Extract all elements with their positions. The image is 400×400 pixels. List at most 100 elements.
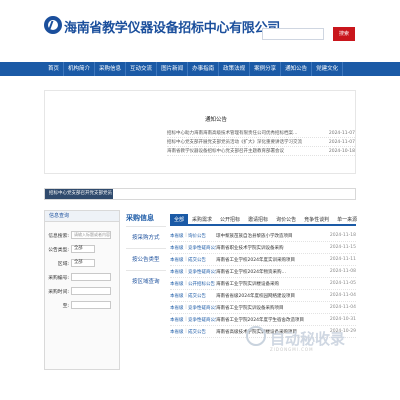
tab-all[interactable]: 全部 xyxy=(170,214,189,224)
list-item-date: 2024-10-31 xyxy=(329,317,356,322)
list-item-title[interactable]: 海南省工业学院实训设备采购项目 xyxy=(216,305,320,311)
list-item-source: 本省级 xyxy=(170,257,184,263)
from-row: 采购时间: xyxy=(45,284,119,298)
list-item[interactable]: 本省级 | 询价公告 琼中黎族苗族自治县黎族小学改造项目 2024-11-18 xyxy=(170,230,356,242)
notice-row-date: 2024-11-07 xyxy=(328,139,355,145)
notice-row-title[interactable]: 海南省教学仪器设备招标中心党支部召开主题教育部署会议 xyxy=(167,148,307,154)
tab-negotiation[interactable]: 竞争性谈判 xyxy=(300,214,333,224)
list-item[interactable]: 本省级| 竞争性磋商公告 海南省工业学校2024年物资采购… 2024-11-0… xyxy=(170,266,356,278)
nav-item-home[interactable]: 首页 xyxy=(44,62,65,76)
nav-item-guide[interactable]: 办事指南 xyxy=(188,62,220,76)
tab-inquiry[interactable]: 询价公告 xyxy=(272,214,300,224)
search-input[interactable] xyxy=(262,28,324,40)
list-item-category[interactable]: 竞争性磋商公告 xyxy=(188,305,216,311)
list-item-category[interactable]: 竞争性磋商公告 xyxy=(188,317,216,323)
list-item-category[interactable]: 竞争性磋商公告 xyxy=(188,269,216,275)
list-item-date: 2024-11-04 xyxy=(329,305,356,310)
watermark-subtext: ZIDONGMI.COM xyxy=(270,347,314,352)
list-item-title[interactable]: 海南省工业学院2024年度学生宿舍改造项目 xyxy=(216,317,320,323)
list-item-category[interactable]: 询价公告 xyxy=(188,233,216,239)
notice-list: 招标中心助力海南海南高级技术管理有限责任公司优秀招标档案… 2024-11-07… xyxy=(167,129,355,156)
notice-row-date: 2024-10-18 xyxy=(328,148,355,154)
site-title[interactable]: 海南省教学仪器设备招标中心有限公司 xyxy=(64,17,280,36)
list-item-category[interactable]: 成交公告 xyxy=(188,329,216,335)
list-item-source: 本省级 xyxy=(170,281,184,287)
list-item-title[interactable]: 海南省职业技术学院实训设备采购 xyxy=(216,245,320,251)
list-item-source: 本省级 xyxy=(170,245,184,251)
to-label: 至: xyxy=(62,303,69,309)
to-date-input[interactable] xyxy=(71,301,111,309)
query-panel: 信息查询 信息搜索: 请输入标题或者内容 公告类型: 全部 区域: 全部 采购编… xyxy=(44,210,120,370)
list-item-source: 本省级 xyxy=(170,269,184,275)
nav-item-photo-news[interactable]: 图片新闻 xyxy=(157,62,189,76)
list-item[interactable]: 本省级| 竞争性磋商公告 海南省工业学院实训设备采购项目 2024-11-04 xyxy=(170,302,356,314)
code-label: 采购编号: xyxy=(48,275,69,281)
side-item-by-method[interactable]: 按采购方式 xyxy=(126,226,166,248)
header: 海南省教学仪器设备招标中心有限公司 搜索 xyxy=(0,0,400,62)
tab-open-tender[interactable]: 公开招标 xyxy=(216,214,244,224)
list-item-category[interactable]: 公开招标公告 xyxy=(188,281,216,287)
list-item[interactable]: 本省级 | 成交公告 海南省省级2024年度校园网络建设项目 2024-11-04 xyxy=(170,290,356,302)
news-strip: 招标中心党支部召开党支部党员 xyxy=(44,188,356,200)
nav-item-policy[interactable]: 政策法规 xyxy=(219,62,251,76)
code-row: 采购编号: xyxy=(45,270,119,284)
list-item-date: 2024-11-08 xyxy=(329,269,356,274)
notice-row[interactable]: 招标中心助力海南海南高级技术管理有限责任公司优秀招标档案… 2024-11-07 xyxy=(167,129,355,138)
watermark-text: 自动秘收录 xyxy=(270,330,346,348)
list-item[interactable]: 本省级| 竞争性磋商公告 海南省工业学院2024年度学生宿舍改造项目 2024-… xyxy=(170,314,356,326)
list-item[interactable]: 本省级| 竞争性磋商公告 海南省职业技术学院实训设备采购 2024-11-15 xyxy=(170,242,356,254)
notice-row[interactable]: 招标中心党支部开展党支部党员活动《扩大》深化重要讲话学习交流 2024-11-0… xyxy=(167,138,355,147)
tab-demand[interactable]: 采购需求 xyxy=(188,214,216,224)
site-logo[interactable] xyxy=(44,16,62,34)
watermark: 自动秘收录 ZIDONGMI.COM xyxy=(246,326,356,376)
list-item-title[interactable]: 海南省省级2024年度校园网络建设项目 xyxy=(216,293,320,299)
list-item-title[interactable]: 海南省工业学校2024年度实训采购项目 xyxy=(216,257,320,263)
search-button[interactable]: 搜索 xyxy=(333,27,355,41)
list-item-category[interactable]: 竞争性磋商公告 xyxy=(188,245,216,251)
notice-row-title[interactable]: 招标中心党支部开展党支部党员活动《扩大》深化重要讲话学习交流 xyxy=(167,139,307,145)
side-item-by-type[interactable]: 按公告类型 xyxy=(126,248,166,270)
list-item-source: 本省级 xyxy=(170,305,184,311)
from-date-input[interactable] xyxy=(71,287,111,295)
list-item[interactable]: 本省级 | 公开招标公告 海南省工业学院实训楼设备采购 2024-11-05 xyxy=(170,278,356,290)
nav-item-notices[interactable]: 通知公告 xyxy=(281,62,313,76)
list-item-date: 2024-11-04 xyxy=(329,293,356,298)
notice-row-date: 2024-11-07 xyxy=(328,130,355,136)
keyword-label: 信息搜索: xyxy=(48,233,69,239)
nav-item-party[interactable]: 党建文化 xyxy=(312,62,344,76)
from-label: 采购时间: xyxy=(48,289,69,295)
list-item-source: 本省级 xyxy=(170,329,184,335)
notice-row-title[interactable]: 招标中心助力海南海南高级技术管理有限责任公司优秀招标档案… xyxy=(167,130,307,136)
list-item-source: 本省级 xyxy=(170,317,184,323)
list-item-category[interactable]: 成交公告 xyxy=(188,257,216,263)
type-row: 公告类型: 全部 xyxy=(45,242,119,256)
keyword-row: 信息搜索: 请输入标题或者内容 xyxy=(45,228,119,242)
list-item[interactable]: 本省级 | 成交公告 海南省工业学校2024年度实训采购项目 2024-11-11 xyxy=(170,254,356,266)
nav-item-interaction[interactable]: 互动交流 xyxy=(126,62,158,76)
procurement-list: 本省级 | 询价公告 琼中黎族苗族自治县黎族小学改造项目 2024-11-18 本… xyxy=(170,230,356,338)
keyword-input[interactable]: 请输入标题或者内容 xyxy=(71,231,111,239)
nav-item-procurement[interactable]: 采购信息 xyxy=(95,62,127,76)
list-item-title[interactable]: 海南省工业学校2024年物资采购… xyxy=(216,269,320,275)
nav-item-about[interactable]: 机构简介 xyxy=(64,62,96,76)
nav-item-cases[interactable]: 案例分享 xyxy=(250,62,282,76)
region-label: 区域: xyxy=(57,261,69,267)
type-label: 公告类型: xyxy=(48,247,69,253)
list-item-date: 2024-11-05 xyxy=(329,281,356,286)
news-strip-label[interactable]: 招标中心党支部召开党支部党员 xyxy=(45,189,113,199)
side-item-by-region[interactable]: 按区域查询 xyxy=(126,270,166,292)
code-input[interactable] xyxy=(71,273,111,281)
procurement-tabs: 全部 采购需求 公开招标 邀请招标 询价公告 竞争性谈判 单一来源 xyxy=(170,214,357,226)
region-select[interactable]: 全部 xyxy=(71,259,95,267)
tab-invited-tender[interactable]: 邀请招标 xyxy=(244,214,272,224)
region-row: 区域: 全部 xyxy=(45,256,119,270)
query-panel-title: 信息查询 xyxy=(45,211,119,222)
list-item-title[interactable]: 琼中黎族苗族自治县黎族小学改造项目 xyxy=(216,233,320,239)
list-item-category[interactable]: 成交公告 xyxy=(188,293,216,299)
type-select[interactable]: 全部 xyxy=(71,245,95,253)
tab-single-source[interactable]: 单一来源 xyxy=(333,214,361,224)
list-item-title[interactable]: 海南省工业学院实训楼设备采购 xyxy=(216,281,320,287)
notice-row[interactable]: 海南省教学仪器设备招标中心党支部召开主题教育部署会议 2024-10-18 xyxy=(167,147,355,156)
notice-box: 通知公告 招标中心助力海南海南高级技术管理有限责任公司优秀招标档案… 2024-… xyxy=(44,90,356,174)
procurement-heading: 采购信息 xyxy=(126,214,154,222)
